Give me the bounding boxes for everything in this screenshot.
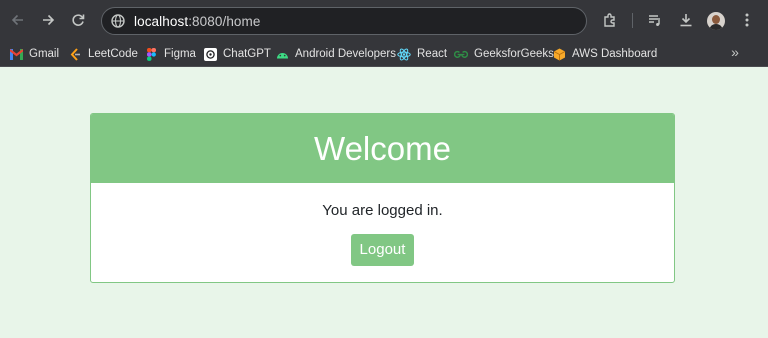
card-body: You are logged in. Logout — [91, 202, 674, 266]
leetcode-icon — [68, 47, 82, 61]
downloads-button[interactable] — [676, 10, 696, 30]
more-bookmarks-icon[interactable]: » — [727, 44, 743, 60]
url-path: :8080/home — [188, 13, 261, 29]
avatar-face — [712, 15, 720, 24]
address-bar[interactable]: localhost:8080/home — [101, 7, 587, 35]
aws-icon — [552, 47, 566, 61]
reload-button[interactable] — [67, 9, 89, 31]
toolbar-divider — [632, 13, 633, 28]
gmail-icon — [9, 47, 23, 61]
bookmark-chatgpt[interactable]: ChatGPT — [203, 45, 271, 63]
bookmark-android-developers[interactable]: Android Developers — [275, 45, 396, 63]
android-icon — [275, 47, 289, 61]
reload-icon — [72, 14, 85, 26]
kebab-menu-icon — [745, 13, 749, 27]
logout-button[interactable]: Logout — [351, 234, 414, 266]
forward-button[interactable] — [37, 9, 59, 31]
bookmark-label: LeetCode — [88, 48, 138, 60]
profile-avatar[interactable] — [707, 12, 725, 30]
bookmark-leetcode[interactable]: LeetCode — [68, 45, 138, 63]
url-host: localhost — [134, 13, 189, 29]
back-arrow-icon — [11, 14, 23, 26]
download-icon — [680, 14, 692, 27]
bookmark-label: AWS Dashboard — [572, 48, 658, 60]
extensions-button[interactable] — [600, 10, 620, 30]
react-icon — [397, 47, 411, 61]
forward-arrow-icon — [43, 14, 55, 26]
browser-menu-button[interactable] — [737, 10, 757, 30]
page-title: Welcome — [314, 129, 451, 167]
geeksforgeeks-icon — [454, 47, 468, 61]
bookmark-label: Gmail — [29, 48, 60, 60]
site-info-icon[interactable] — [110, 13, 126, 29]
back-button[interactable] — [7, 9, 29, 31]
bookmark-geeksforgeeks[interactable]: GeeksforGeeks — [454, 45, 554, 63]
login-status-text: You are logged in. — [322, 202, 443, 219]
figma-icon — [144, 47, 158, 61]
bookmark-react[interactable]: React — [397, 45, 447, 63]
bookmarks-bar: Gmail LeetCode Figma ChatGPT Android Dev… — [0, 41, 768, 67]
bookmark-gmail[interactable]: Gmail — [9, 45, 59, 63]
bookmark-aws-dashboard[interactable]: AWS Dashboard — [552, 45, 657, 63]
card-header: Welcome — [91, 114, 674, 183]
puzzle-icon — [604, 13, 615, 27]
browser-toolbar: localhost:8080/home — [0, 0, 768, 41]
bookmark-figma[interactable]: Figma — [144, 45, 196, 63]
avatar-shirt — [709, 24, 723, 30]
welcome-card: Welcome You are logged in. Logout — [90, 113, 675, 283]
bookmark-label: Figma — [164, 48, 196, 60]
bookmark-label: GeeksforGeeks — [474, 48, 554, 60]
media-controls-button[interactable] — [645, 10, 665, 30]
bookmark-label: ChatGPT — [223, 48, 271, 60]
playlist-icon — [649, 15, 660, 26]
chatgpt-icon — [203, 47, 217, 61]
url-text: localhost:8080/home — [134, 14, 261, 29]
bookmark-label: Android Developers — [295, 48, 397, 60]
bookmark-label: React — [417, 48, 448, 60]
